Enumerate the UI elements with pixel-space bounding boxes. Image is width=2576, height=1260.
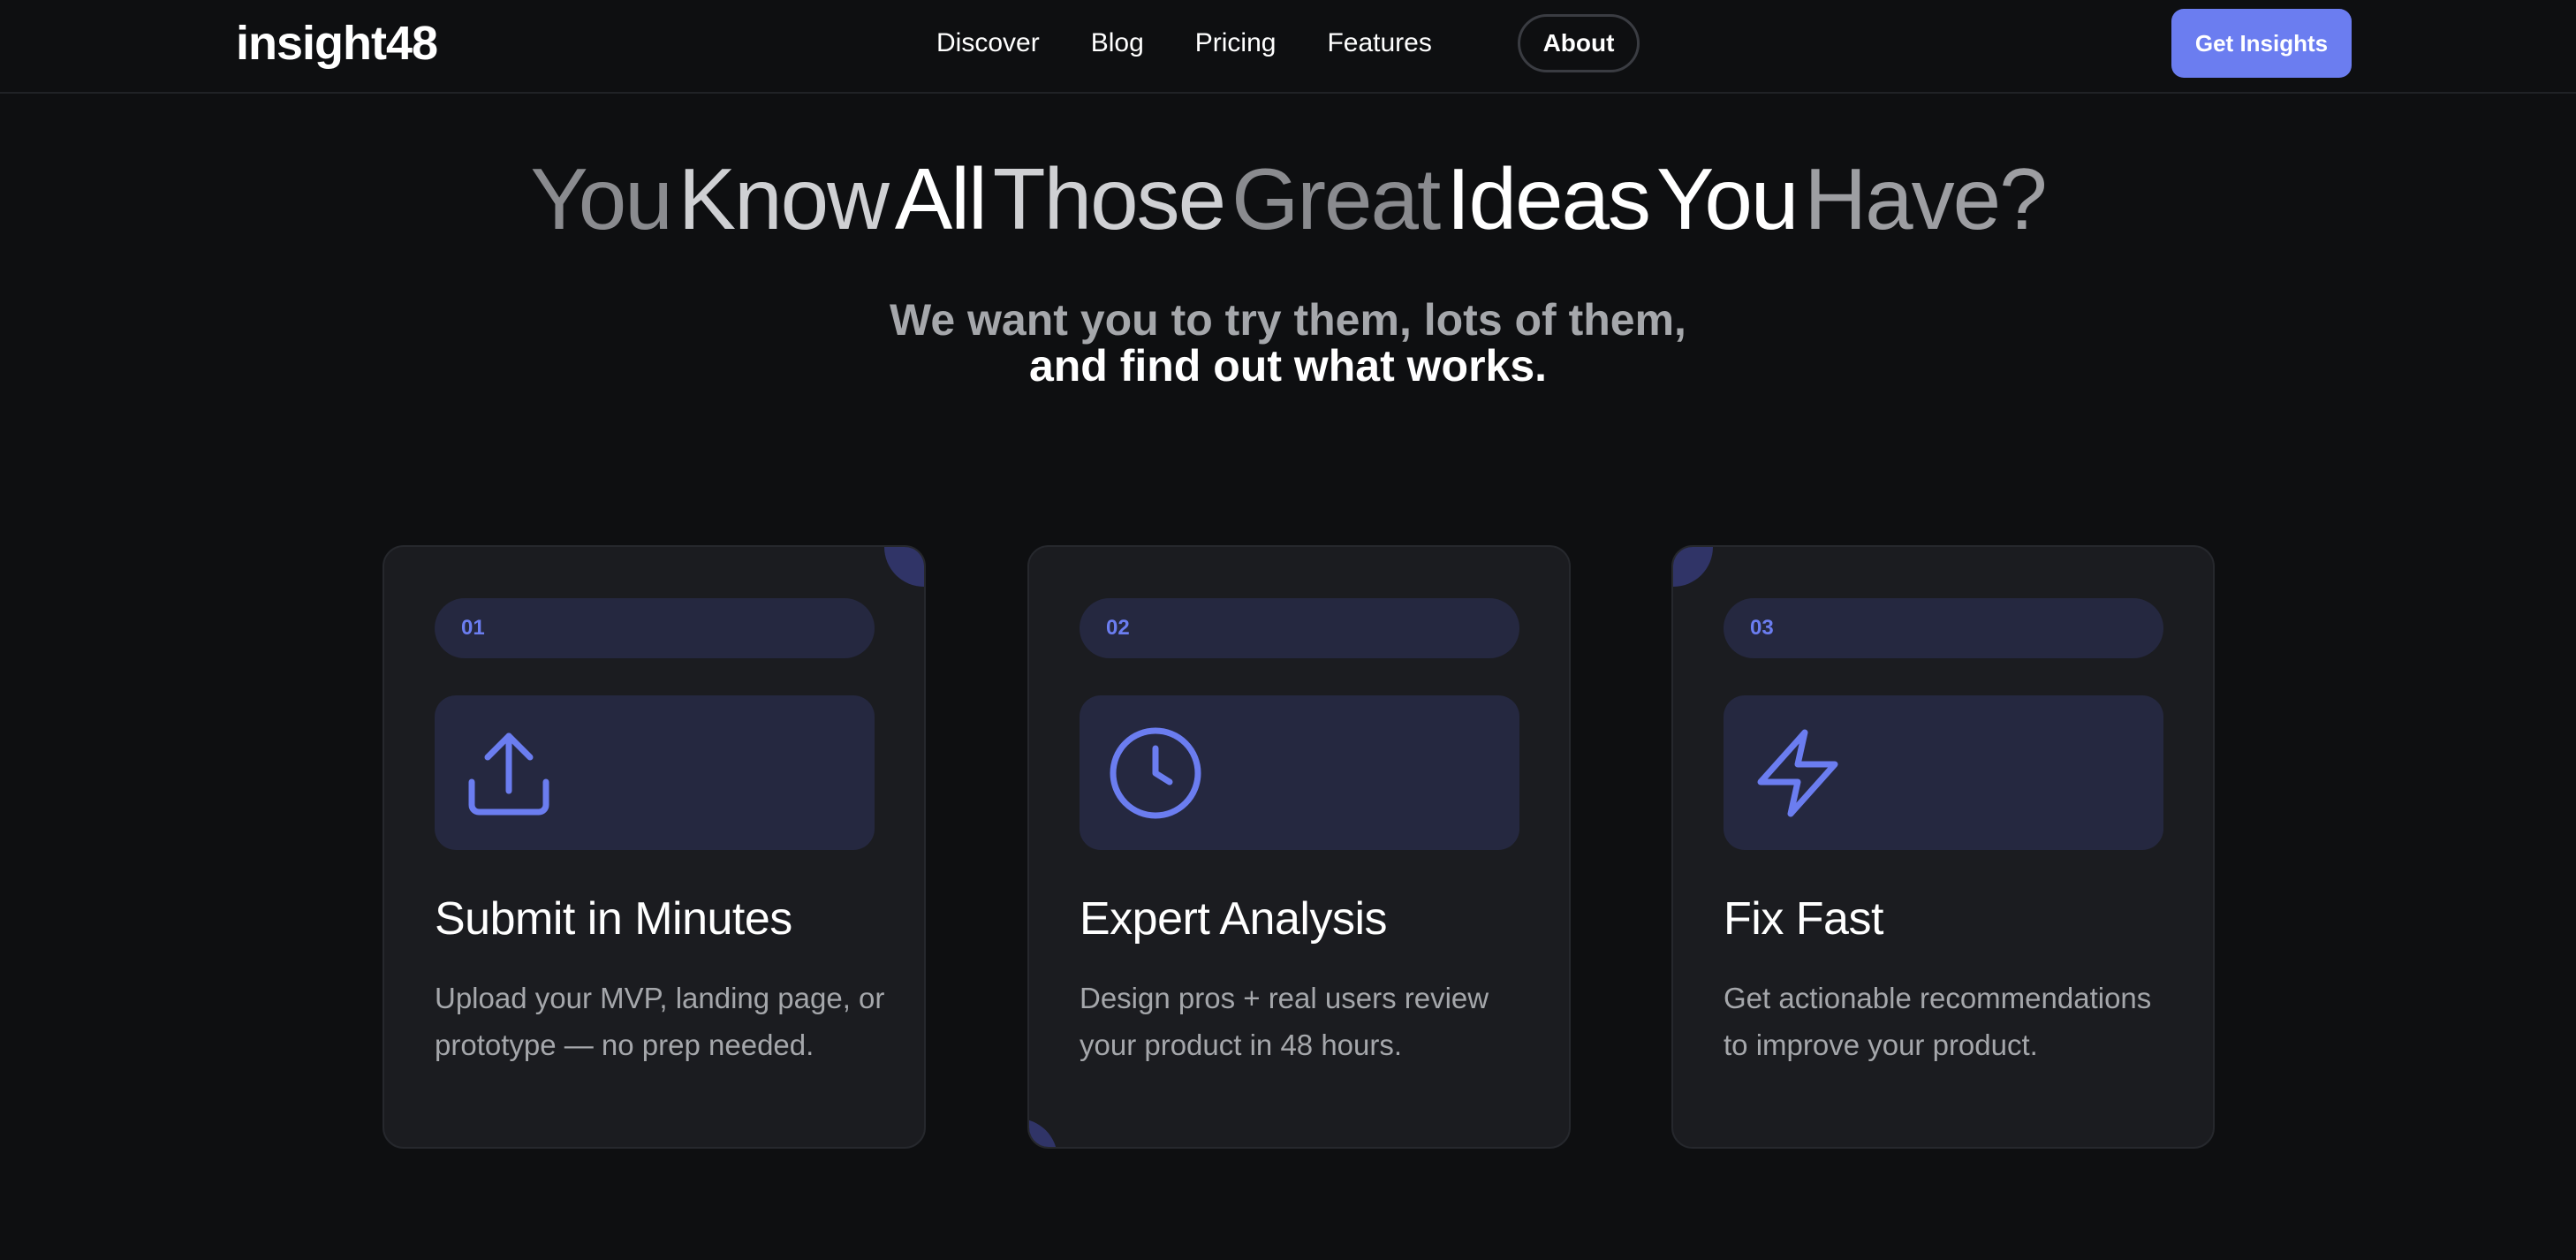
- hero-title-word: Ideas: [1446, 150, 1651, 247]
- hero-title-word: Know: [678, 150, 890, 247]
- icon-box: [1724, 695, 2163, 850]
- card-decoration: [884, 547, 924, 587]
- hero-title-word: You: [530, 150, 672, 247]
- icon-box: [435, 695, 875, 850]
- card-decoration: [1029, 1119, 1057, 1147]
- top-navbar: insight48 Discover Blog Pricing Features…: [0, 0, 2576, 94]
- hero-title-word: You: [1656, 150, 1799, 247]
- card-description: Get actionable recommendations to improv…: [1724, 982, 2152, 1061]
- feature-card-analysis: 02 Expert Analysis Design pros + real us…: [1027, 545, 1571, 1149]
- nav-link-features[interactable]: Features: [1327, 12, 1431, 74]
- nav-link-blog[interactable]: Blog: [1091, 12, 1144, 74]
- logo[interactable]: insight48: [236, 12, 438, 74]
- card-decoration: [1673, 547, 1713, 587]
- nav-about-button[interactable]: About: [1518, 14, 1640, 72]
- hero-subtitle: We want you to try them, lots of them, a…: [0, 297, 2576, 389]
- get-insights-button[interactable]: Get Insights: [2171, 9, 2352, 78]
- card-title: Expert Analysis: [1080, 893, 1388, 945]
- step-badge: 02: [1080, 598, 1519, 658]
- hero-title: YouKnowAllThoseGreatIdeasYouHave?: [0, 143, 2576, 254]
- hero-title-word: Those: [992, 150, 1226, 247]
- nav-link-discover[interactable]: Discover: [936, 12, 1040, 74]
- hero-title-word: Great: [1231, 150, 1441, 247]
- hero-subtitle-line-2: and find out what works.: [1028, 341, 1548, 391]
- step-badge: 03: [1724, 598, 2163, 658]
- hero-title-word: Have?: [1804, 150, 2047, 247]
- clock-icon: [1110, 727, 1201, 819]
- upload-icon: [468, 732, 549, 816]
- card-title: Submit in Minutes: [435, 893, 792, 945]
- step-badge: 01: [435, 598, 875, 658]
- feature-card-submit: 01 Submit in Minutes Upload your MVP, la…: [383, 545, 926, 1149]
- nav-link-pricing[interactable]: Pricing: [1195, 12, 1277, 74]
- card-title: Fix Fast: [1724, 893, 1883, 945]
- card-description: Design pros + real users review your pro…: [1080, 982, 1489, 1061]
- icon-box: [1080, 695, 1519, 850]
- feature-card-fix: 03 Fix Fast Get actionable recommendatio…: [1671, 545, 2215, 1149]
- card-description: Upload your MVP, landing page, or protot…: [435, 982, 885, 1061]
- hero-subtitle-line-1: We want you to try them, lots of them,: [890, 295, 1686, 345]
- nav-links: Discover Blog Pricing Features: [936, 12, 1432, 74]
- hero-title-word: All: [894, 150, 988, 247]
- lightning-icon: [1757, 729, 1838, 817]
